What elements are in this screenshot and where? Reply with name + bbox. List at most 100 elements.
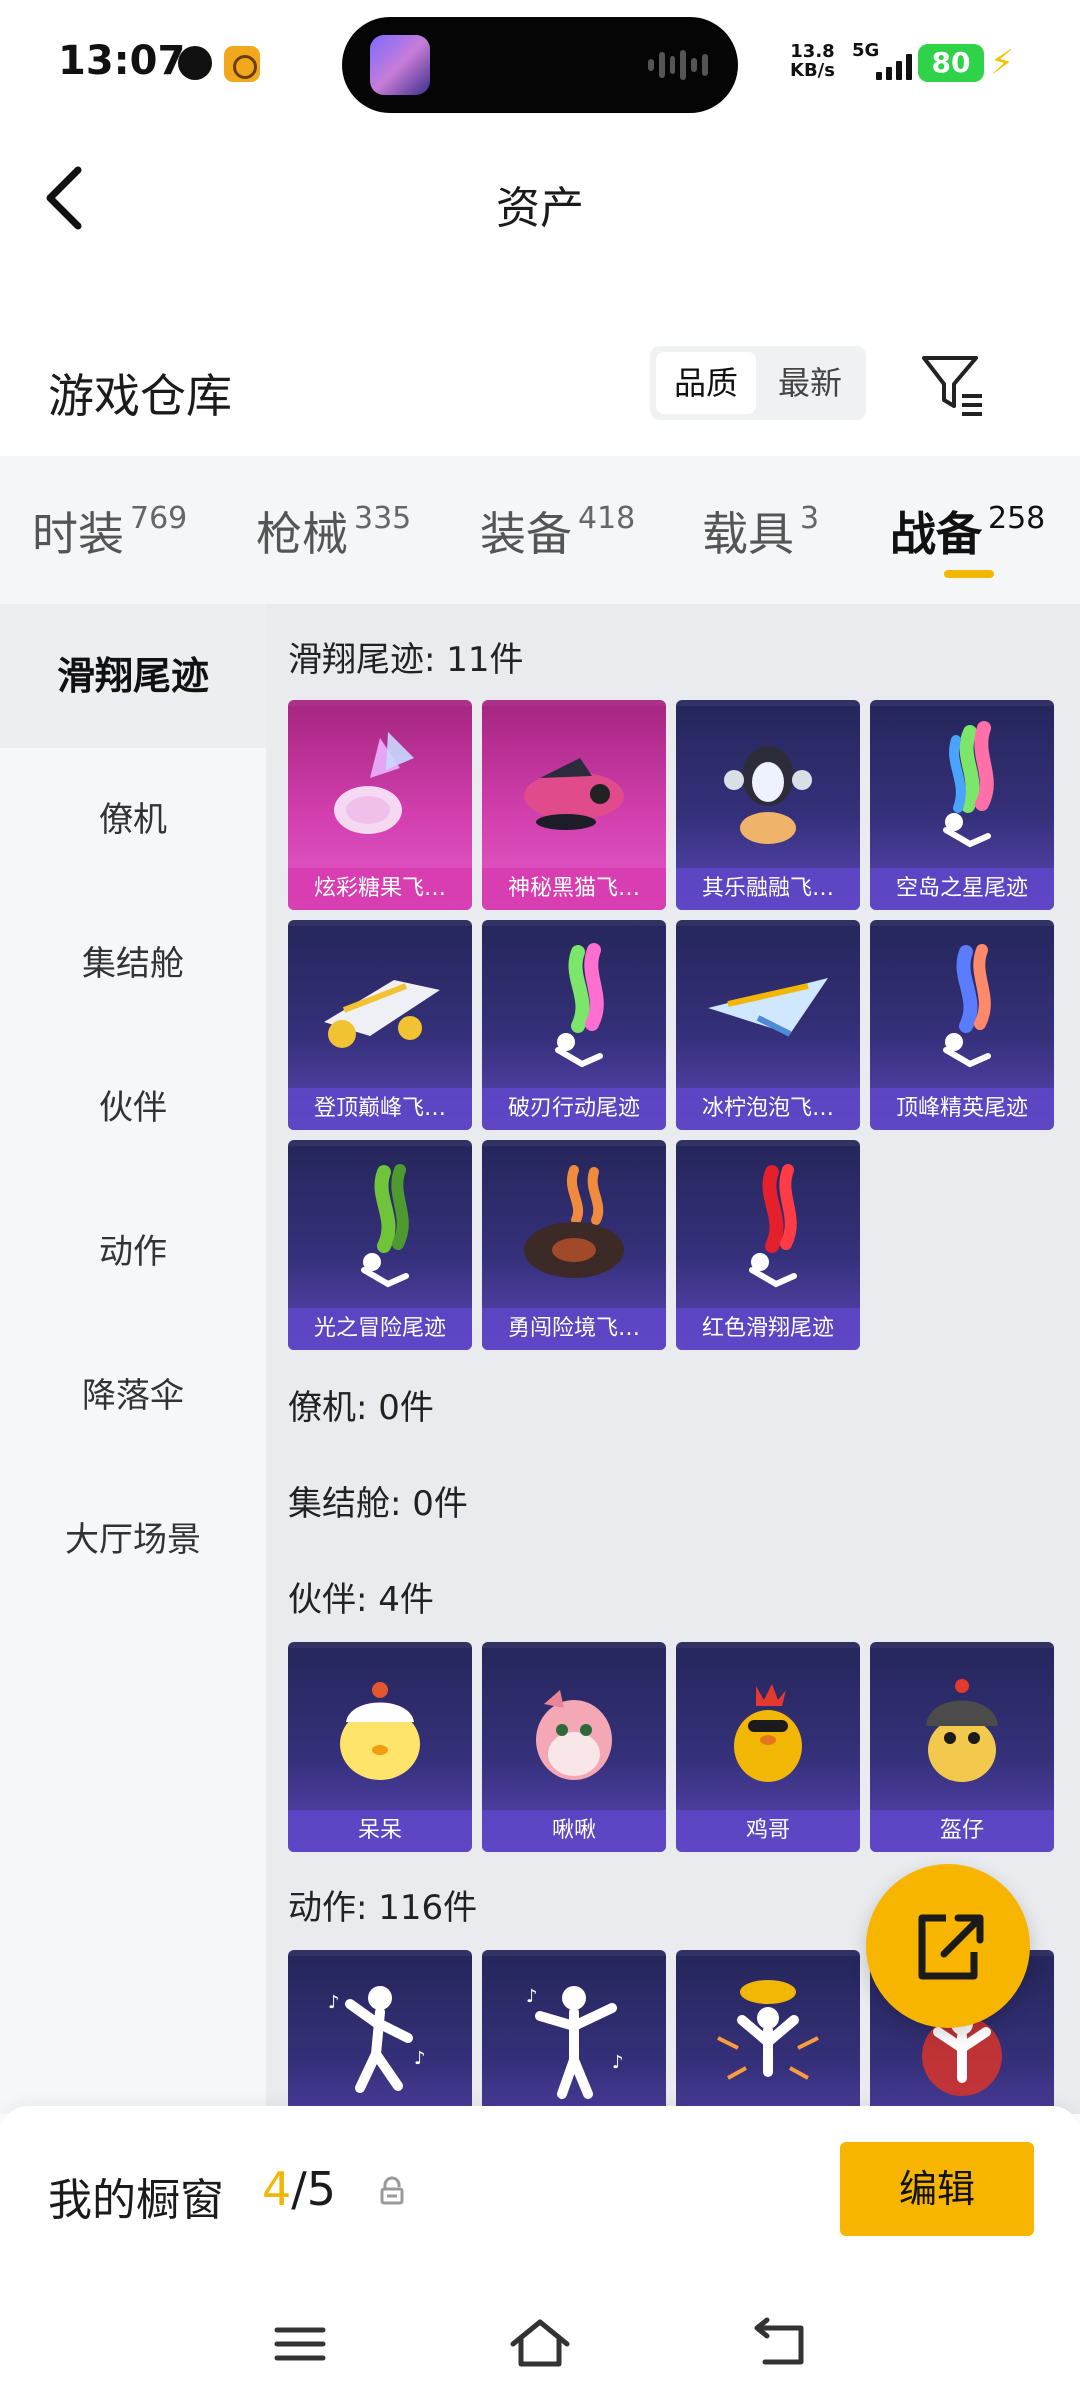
side-item-partner[interactable]: 伙伴 — [0, 1036, 266, 1180]
helmet-chick-partner-icon — [926, 1679, 998, 1782]
svg-text:♪: ♪ — [414, 2048, 426, 2069]
item-card[interactable]: 神秘黑猫飞… — [482, 700, 666, 910]
audio-wave-icon — [648, 47, 708, 83]
summit-glider-icon — [324, 980, 440, 1048]
showcase-bar: 我的橱窗 4/5 编辑 — [0, 2106, 1080, 2296]
lock-glyph-icon — [380, 2176, 404, 2205]
lock-icon[interactable] — [378, 2176, 406, 2206]
side-item-capsule[interactable]: 集结舱 — [0, 892, 266, 1036]
network-speed-value: 13.8 — [790, 41, 835, 62]
red-trail-icon — [749, 1164, 797, 1288]
filter-button[interactable] — [918, 350, 988, 420]
black-cat-glider-icon — [524, 758, 624, 830]
edit-button[interactable]: 编辑 — [840, 2142, 1034, 2236]
dance-emote-icon: ♪ ♪ — [526, 1986, 624, 2099]
group-title-wingman: 僚机: 0件 — [288, 1388, 434, 1428]
item-card[interactable]: 空岛之星尾迹 — [870, 700, 1054, 910]
status-time: 13:07 — [58, 38, 186, 84]
tab-readiness[interactable]: 战备 258 — [890, 498, 1045, 564]
rainbow-trail-icon — [943, 721, 994, 848]
penguin-glider-icon — [724, 746, 812, 844]
item-card[interactable]: ♪ ♪ — [288, 1950, 472, 2114]
globe-icon — [178, 46, 212, 80]
tab-label: 载具 — [702, 507, 794, 561]
share-button[interactable] — [866, 1864, 1030, 2028]
item-card[interactable]: 呆呆 — [288, 1642, 472, 1852]
item-card[interactable]: 啾啾 — [482, 1642, 666, 1852]
item-card[interactable]: 红色滑翔尾迹 — [676, 1140, 860, 1350]
side-nav: 滑翔尾迹 僚机 集结舱 伙伴 动作 降落伞 大厅场景 — [0, 604, 266, 2114]
item-card[interactable]: 盔仔 — [870, 1642, 1054, 1852]
tab-label: 装备 — [480, 507, 572, 561]
side-item-parachute[interactable]: 降落伞 — [0, 1324, 266, 1468]
tab-label: 战备 — [890, 507, 982, 561]
item-name: 其乐融融飞… — [676, 868, 860, 910]
lemon-bubble-glider-icon — [708, 978, 828, 1037]
home-button[interactable] — [505, 2314, 575, 2374]
item-card[interactable]: 炫彩糖果飞… — [288, 700, 472, 910]
menu-button[interactable] — [265, 2314, 335, 2374]
side-item-wingman[interactable]: 僚机 — [0, 748, 266, 892]
group-title-capsule: 集结舱: 0件 — [288, 1484, 468, 1524]
item-card[interactable]: 破刃行动尾迹 — [482, 920, 666, 1130]
group-title-emote: 动作: 116件 — [288, 1888, 478, 1928]
signal-bars-icon — [876, 52, 912, 80]
side-item-lobby-scene[interactable]: 大厅场景 — [0, 1468, 266, 1612]
item-name: 勇闯险境飞… — [482, 1308, 666, 1350]
item-name: 破刃行动尾迹 — [482, 1088, 666, 1130]
item-card[interactable]: 顶峰精英尾迹 — [870, 920, 1054, 1130]
tab-vehicles[interactable]: 载具 3 — [702, 498, 819, 564]
tab-guns[interactable]: 枪械 335 — [256, 498, 411, 564]
sort-newest-button[interactable]: 最新 — [760, 352, 860, 414]
item-card[interactable]: 其乐融融飞… — [676, 700, 860, 910]
sort-quality-button[interactable]: 品质 — [656, 352, 756, 414]
rainbow-trail-icon — [555, 943, 604, 1068]
svg-text:♪: ♪ — [612, 2052, 624, 2073]
green-trail-icon — [361, 1164, 409, 1288]
item-card[interactable]: ♪ ♪ — [482, 1950, 666, 2114]
item-card[interactable]: 冰柠泡泡飞… — [676, 920, 860, 1130]
tab-fashion[interactable]: 时装 769 — [32, 498, 187, 564]
item-name: 啾啾 — [482, 1810, 666, 1852]
menu-icon — [274, 2327, 326, 2361]
item-card[interactable] — [676, 1950, 860, 2114]
group-title-partner: 伙伴: 4件 — [288, 1580, 434, 1620]
tab-label: 枪械 — [256, 507, 348, 561]
status-bar: 13:07 13.8 KB/s 5G 80 ⚡ — [0, 0, 1080, 120]
charging-icon: ⚡ — [990, 43, 1014, 83]
item-card[interactable]: 鸡哥 — [676, 1642, 860, 1852]
item-card[interactable]: 光之冒险尾迹 — [288, 1140, 472, 1350]
media-avatar-icon — [370, 35, 430, 95]
showcase-label: 我的橱窗 — [48, 2175, 224, 2226]
item-name: 空岛之星尾迹 — [870, 868, 1054, 910]
filter-icon — [922, 356, 982, 416]
candy-glider-icon — [334, 732, 414, 834]
item-name: 冰柠泡泡飞… — [676, 1088, 860, 1130]
celebration-emote-icon — [717, 1980, 819, 2080]
adventure-glider-icon — [524, 1165, 624, 1278]
back-icon — [754, 2317, 804, 2365]
tab-count: 418 — [578, 501, 636, 536]
item-card[interactable]: 勇闯险境飞… — [482, 1140, 666, 1350]
showcase-current: 4 — [262, 2162, 292, 2216]
item-name: 登顶巅峰飞… — [288, 1088, 472, 1130]
elite-trail-icon — [943, 944, 991, 1068]
battery-level: 80 — [918, 44, 984, 82]
showcase-total: /5 — [291, 2162, 337, 2216]
item-name: 盔仔 — [870, 1810, 1054, 1852]
side-item-glide-trail[interactable]: 滑翔尾迹 — [0, 604, 266, 748]
pink-bird-partner-icon — [536, 1690, 612, 1780]
tab-count: 3 — [800, 501, 820, 536]
page-title: 资产 — [496, 183, 584, 234]
item-name: 神秘黑猫飞… — [482, 868, 666, 910]
tab-count: 335 — [354, 501, 412, 536]
system-nav-bar — [0, 2296, 1080, 2400]
tab-count: 258 — [988, 501, 1046, 536]
share-icon — [918, 1914, 984, 1980]
item-card[interactable]: 登顶巅峰飞… — [288, 920, 472, 1130]
side-item-emote[interactable]: 动作 — [0, 1180, 266, 1324]
app-notification-icon — [224, 46, 260, 82]
tab-equipment[interactable]: 装备 418 — [480, 498, 635, 564]
dynamic-island — [342, 17, 738, 113]
back-nav-button[interactable] — [745, 2314, 815, 2374]
